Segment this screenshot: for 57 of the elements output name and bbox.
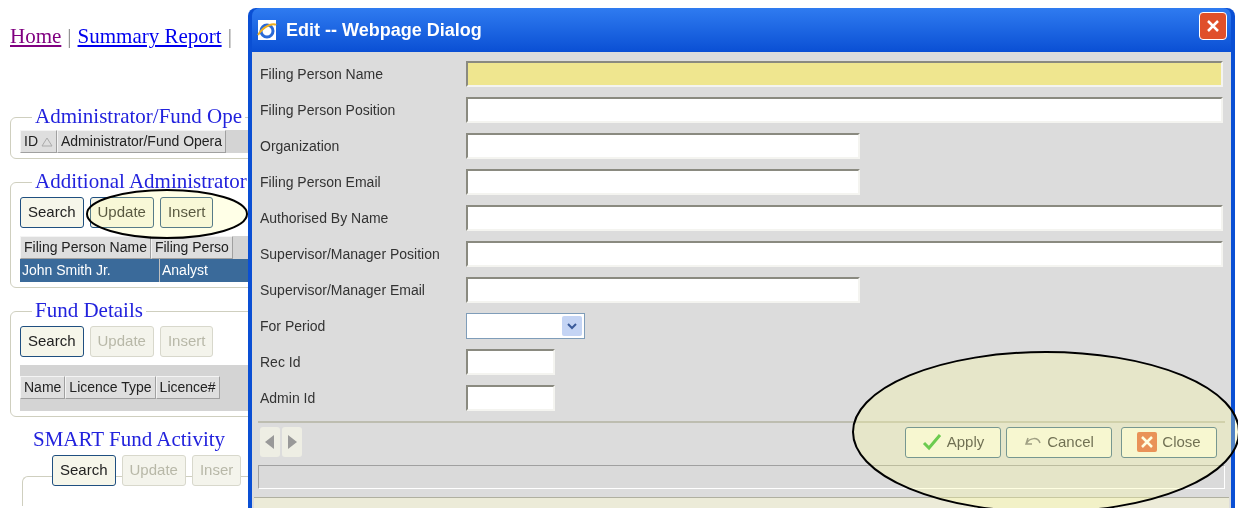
- toolbar-button[interactable]: Insert: [159, 197, 214, 228]
- section-title: Fund Details: [34, 298, 144, 322]
- text-field[interactable]: [466, 133, 860, 159]
- field-label: Supervisor/Manager Email: [259, 280, 426, 300]
- toolbar-button[interactable]: Update: [89, 197, 154, 228]
- section-title: SMART Fund Activity: [32, 427, 227, 451]
- toolbar-button[interactable]: Search: [20, 197, 84, 228]
- right-triangle-icon: [287, 435, 297, 449]
- window-title: Edit -- Webpage Dialog: [286, 18, 483, 42]
- field-label: Filing Person Name: [259, 64, 384, 84]
- column-header[interactable]: ID: [20, 130, 57, 153]
- field-label: Organization: [259, 136, 341, 156]
- column-header[interactable]: Administrator/Fund Opera: [57, 130, 227, 153]
- action-button[interactable]: Close: [1121, 426, 1217, 458]
- toolbar-button[interactable]: Search: [20, 326, 84, 357]
- text-field[interactable]: [466, 277, 860, 303]
- next-button[interactable]: [282, 427, 302, 457]
- previous-button[interactable]: [260, 427, 280, 457]
- close-icon: [1205, 18, 1221, 34]
- close-icon: [1137, 432, 1158, 452]
- table-cell: John Smith Jr.: [20, 259, 160, 282]
- table-row[interactable]: John Smith Jr. Analyst: [20, 259, 248, 282]
- text-field[interactable]: [466, 205, 1223, 231]
- action-button[interactable]: Apply: [905, 426, 1001, 458]
- nav-separator: |: [67, 23, 72, 51]
- field-label: Rec Id: [259, 352, 302, 372]
- field-label: For Period: [259, 316, 327, 336]
- check-icon: [921, 433, 942, 451]
- nav-separator: |: [227, 23, 232, 51]
- action-button[interactable]: Cancel: [1006, 426, 1112, 458]
- text-field[interactable]: [466, 349, 555, 375]
- column-header[interactable]: Name: [20, 376, 66, 399]
- column-header[interactable]: Licence Type: [65, 376, 156, 399]
- toolbar-button[interactable]: Search: [52, 455, 116, 486]
- field-label: Authorised By Name: [259, 208, 390, 228]
- column-header[interactable]: Filing Perso: [150, 236, 233, 259]
- nav-link[interactable]: Home: [10, 21, 62, 53]
- sort-arrow-icon: [41, 136, 53, 147]
- section-title: Additional Administrator: [34, 169, 248, 193]
- column-header[interactable]: Filing Person Name: [20, 236, 151, 259]
- nav-link[interactable]: Summary Report: [77, 21, 222, 53]
- close-button[interactable]: [1199, 12, 1227, 40]
- field-label: Supervisor/Manager Position: [259, 244, 441, 264]
- text-field[interactable]: [466, 97, 1223, 123]
- period-dropdown[interactable]: [466, 313, 585, 339]
- field-label: Admin Id: [259, 388, 317, 408]
- text-field[interactable]: [466, 169, 860, 195]
- text-field[interactable]: [466, 241, 1223, 267]
- field-label: Filing Person Email: [259, 172, 382, 192]
- column-header[interactable]: Licence#: [155, 376, 220, 399]
- browser-logo-icon: [256, 19, 278, 41]
- text-field[interactable]: [466, 385, 555, 411]
- section-title: Administrator/Fund Ope: [34, 104, 244, 128]
- chevron-down-icon: [562, 316, 582, 336]
- field-label: Filing Person Position: [259, 100, 397, 120]
- text-field[interactable]: [466, 61, 1223, 87]
- left-triangle-icon: [265, 435, 275, 449]
